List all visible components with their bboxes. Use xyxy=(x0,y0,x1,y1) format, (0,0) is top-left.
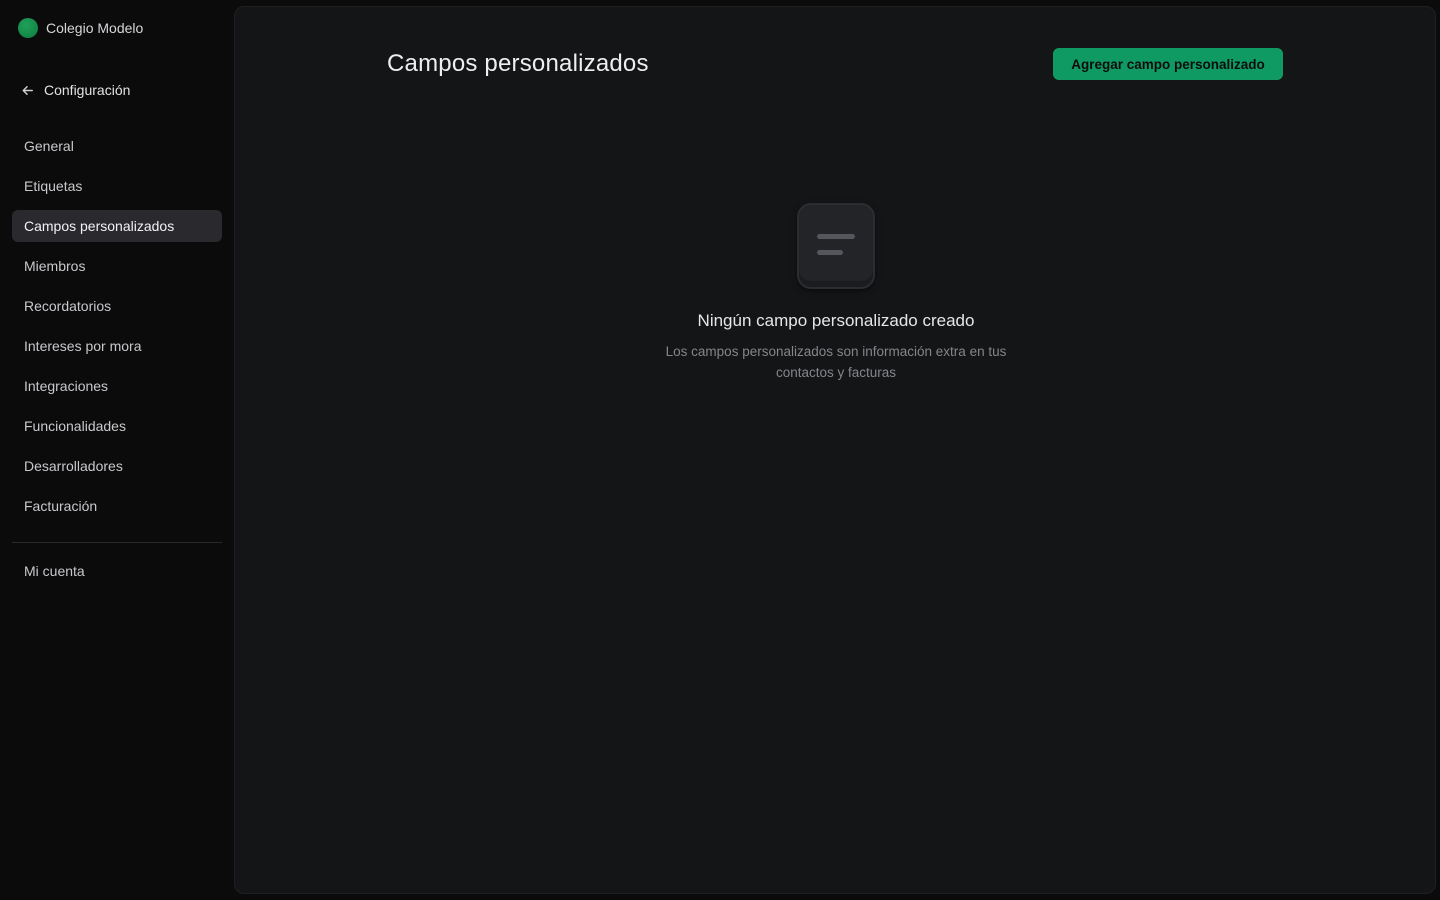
settings-nav: General Etiquetas Campos personalizados … xyxy=(12,130,222,530)
sidebar-item-intereses-por-mora[interactable]: Intereses por mora xyxy=(12,330,222,362)
sidebar-item-general[interactable]: General xyxy=(12,130,222,162)
sidebar-item-facturacion[interactable]: Facturación xyxy=(12,490,222,522)
org-avatar xyxy=(18,18,38,38)
app: Colegio Modelo Configuración General Eti… xyxy=(0,0,1440,900)
sidebar-item-desarrolladores[interactable]: Desarrolladores xyxy=(12,450,222,482)
account-nav: Mi cuenta xyxy=(12,555,222,595)
sidebar-item-funcionalidades[interactable]: Funcionalidades xyxy=(12,410,222,442)
back-label: Configuración xyxy=(44,82,131,98)
empty-state-description: Los campos personalizados son informació… xyxy=(665,344,1007,380)
back-to-settings-link[interactable]: Configuración xyxy=(20,80,130,100)
sidebar-item-etiquetas[interactable]: Etiquetas xyxy=(12,170,222,202)
sidebar-item-campos-personalizados[interactable]: Campos personalizados xyxy=(12,210,222,242)
sidebar-item-miembros[interactable]: Miembros xyxy=(12,250,222,282)
main-panel: Campos personalizados Agregar campo pers… xyxy=(234,6,1436,894)
icon-line xyxy=(817,234,855,239)
sidebar-divider xyxy=(12,542,222,543)
sidebar-item-recordatorios[interactable]: Recordatorios xyxy=(12,290,222,322)
icon-line xyxy=(817,250,843,255)
empty-state-title: Ningún campo personalizado creado xyxy=(697,311,975,330)
page-title: Campos personalizados xyxy=(387,50,649,77)
org-name: Colegio Modelo xyxy=(46,20,144,36)
arrow-left-icon xyxy=(22,85,33,95)
empty-state: Ningún campo personalizado creado Los ca… xyxy=(636,203,1036,383)
org-switcher[interactable]: Colegio Modelo xyxy=(18,18,143,38)
text-lines-icon xyxy=(797,203,875,289)
add-custom-field-button[interactable]: Agregar campo personalizado xyxy=(1053,48,1283,80)
sidebar-item-mi-cuenta[interactable]: Mi cuenta xyxy=(12,555,222,587)
sidebar: Colegio Modelo Configuración General Eti… xyxy=(0,0,234,900)
sidebar-item-integraciones[interactable]: Integraciones xyxy=(12,370,222,402)
